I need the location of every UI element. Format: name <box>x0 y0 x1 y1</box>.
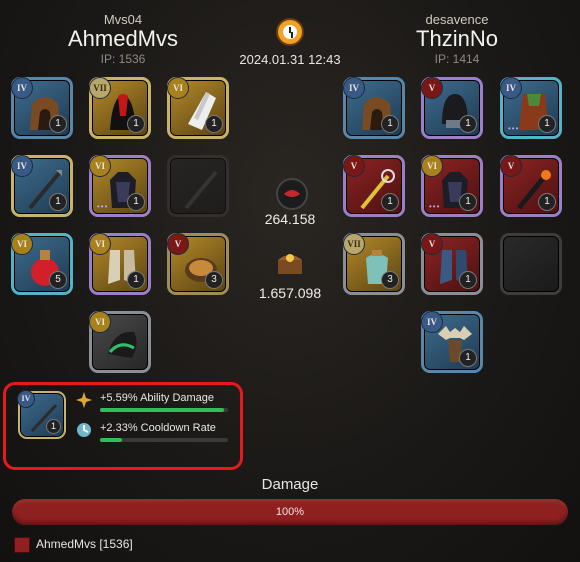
quantity-badge: 3 <box>381 271 399 289</box>
left-potion-slot[interactable]: VI 5 <box>11 233 73 295</box>
left-mount-slot[interactable]: VI <box>89 311 151 373</box>
cooldown-rate-icon <box>76 422 92 438</box>
left-cape-slot[interactable]: VI 1 <box>167 77 229 139</box>
horse-helm-icon <box>108 331 137 358</box>
enchant-dots: ••• <box>508 124 520 133</box>
legend-label: AhmedMvs [1536] <box>36 537 133 551</box>
quantity-badge: 1 <box>127 115 145 133</box>
left-item-power: IP: 1536 <box>100 52 146 66</box>
left-food-slot[interactable]: V 3 <box>167 233 229 295</box>
damage-percent: 100% <box>275 506 305 518</box>
silver-value: 1.657.098 <box>258 285 322 301</box>
quantity-badge: 1 <box>459 349 477 367</box>
ability-damage-text: +5.59% Ability Damage <box>100 392 215 404</box>
quantity-badge: 1 <box>127 193 145 211</box>
quantity-badge: 1 <box>127 271 145 289</box>
ability-damage-bar-fill <box>100 408 225 412</box>
fame-value: 264.158 <box>264 211 316 227</box>
quantity-badge: 1 <box>538 193 556 211</box>
cooldown-rate-text: +2.33% Cooldown Rate <box>100 422 216 434</box>
right-boots-slot[interactable]: V 1 <box>421 233 483 295</box>
right-offhand-slot[interactable]: V 1 <box>500 155 562 217</box>
quantity-badge: 1 <box>459 193 477 211</box>
right-chest-slot[interactable]: VI ••• 1 <box>421 155 483 217</box>
left-offhand-slot[interactable] <box>167 155 229 217</box>
cooldown-rate-bar <box>100 438 228 442</box>
quantity-badge: 1 <box>205 115 223 133</box>
ability-damage-bar <box>100 408 228 412</box>
quantity-badge: 1 <box>49 193 67 211</box>
left-player-name: AhmedMvs <box>67 26 179 51</box>
right-guild-name: desavence <box>425 12 489 27</box>
left-weapon-slot[interactable]: IV 1 <box>11 155 73 217</box>
quantity-badge: 1 <box>459 115 477 133</box>
legend-swatch <box>14 537 30 553</box>
left-head-slot[interactable]: IV 1 <box>11 77 73 139</box>
cooldown-rate-bar-fill <box>100 438 122 442</box>
damage-bar: 100% <box>12 499 568 525</box>
enchant-dots: ••• <box>429 202 441 211</box>
right-mount-slot[interactable]: IV 1 <box>421 311 483 373</box>
damage-title: Damage <box>261 476 319 493</box>
left-guild-name: Mvs04 <box>103 12 143 27</box>
fame-icon <box>276 178 308 210</box>
right-item-power: IP: 1414 <box>434 52 480 66</box>
right-helmet-slot[interactable]: V 1 <box>421 77 483 139</box>
bonus-weapon-slot[interactable]: IV 1 <box>17 390 66 439</box>
left-chest-slot[interactable]: VI ••• 1 <box>89 155 151 217</box>
right-player-name: ThzinNo <box>416 26 498 51</box>
quantity-badge: 1 <box>381 115 399 133</box>
left-boots-slot[interactable]: VI 1 <box>89 233 151 295</box>
treasure-chest-icon <box>276 250 304 276</box>
quantity-badge: 5 <box>49 271 67 289</box>
quantity-badge: 1 <box>459 271 477 289</box>
right-weapon-slot[interactable]: V 1 <box>343 155 405 217</box>
right-potion-slot[interactable]: VII 3 <box>343 233 405 295</box>
right-cape-slot[interactable]: IV ••• 1 <box>500 77 562 139</box>
right-head-slot[interactable]: IV 1 <box>343 77 405 139</box>
enchant-dots: ••• <box>97 202 109 211</box>
right-food-slot-empty[interactable] <box>500 233 562 295</box>
quantity-badge: 3 <box>205 271 223 289</box>
quantity-badge: 1 <box>46 419 61 434</box>
quantity-badge: 1 <box>49 115 67 133</box>
spear-ghost-icon <box>184 170 218 210</box>
ability-damage-icon <box>76 392 92 408</box>
left-armor-top-slot[interactable]: VII 1 <box>89 77 151 139</box>
quantity-badge: 1 <box>538 115 556 133</box>
event-timestamp: 2024.01.31 12:43 <box>239 52 341 67</box>
quantity-badge: 1 <box>381 193 399 211</box>
clock-icon <box>276 18 304 46</box>
